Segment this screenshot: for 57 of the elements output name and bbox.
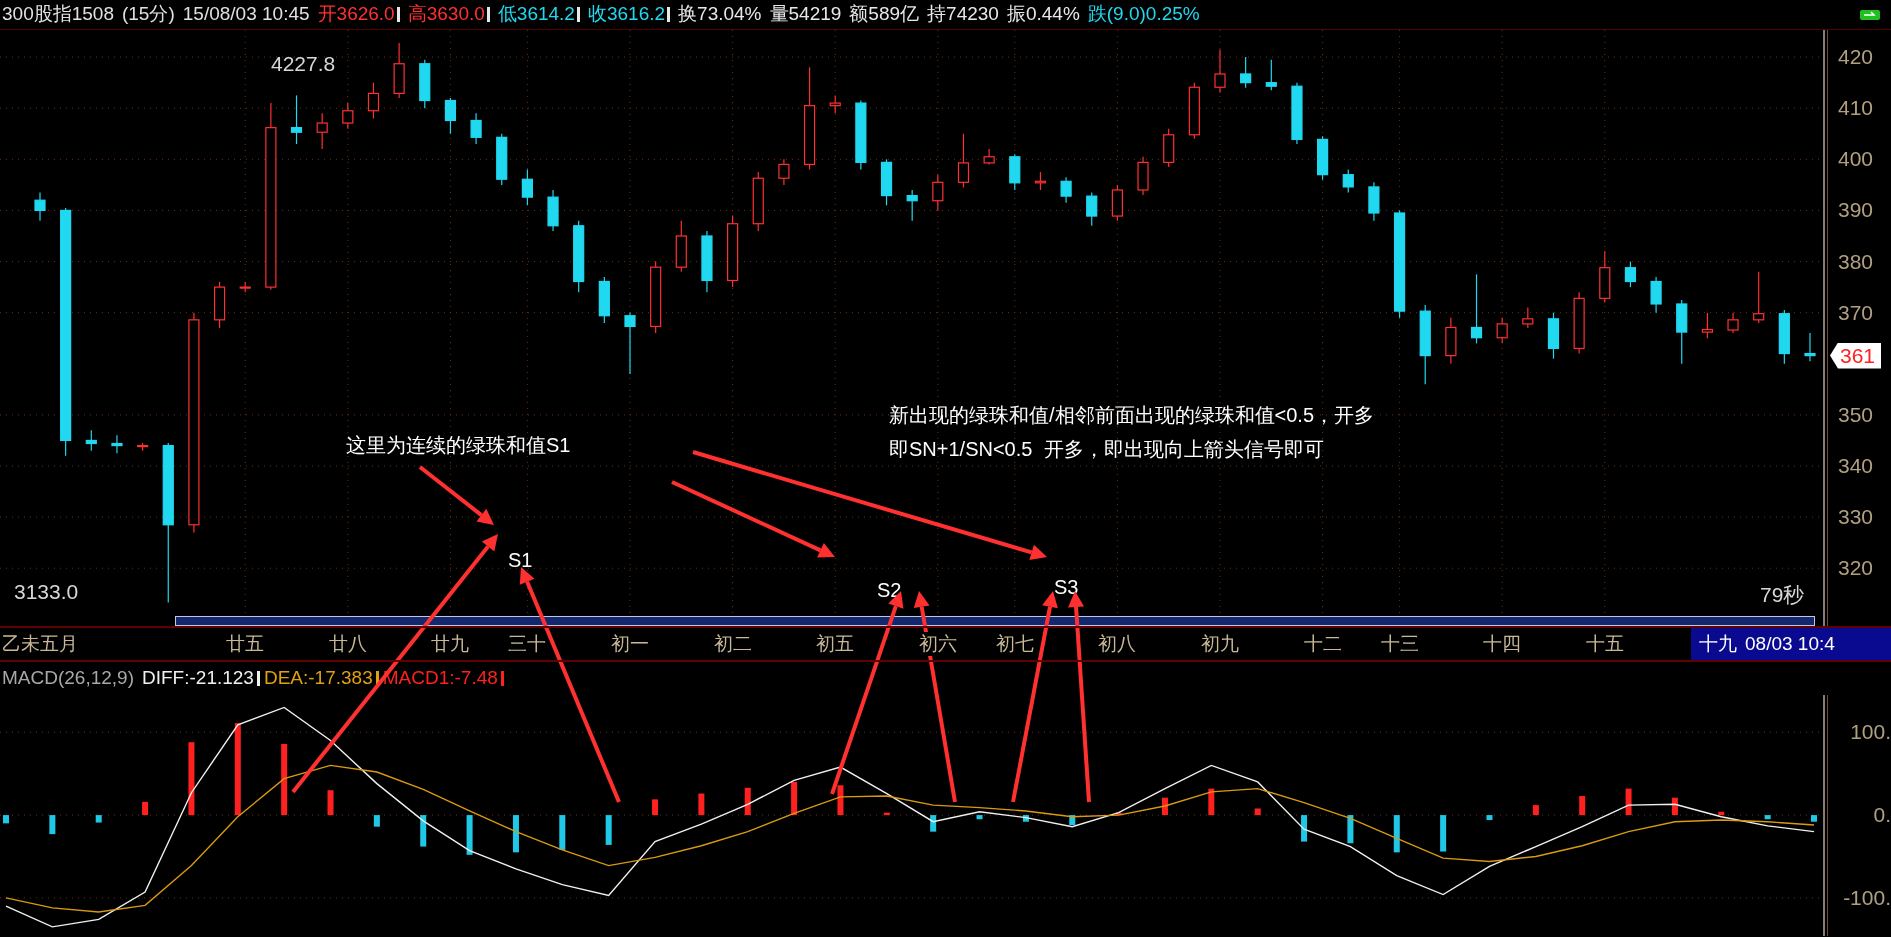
countdown-label: 79秒: [1760, 582, 1805, 608]
date-label: 初一: [611, 632, 649, 656]
date-label: 三十: [508, 632, 547, 656]
date-label: 初八: [1098, 632, 1137, 656]
price-axis-label: 340: [1838, 453, 1874, 479]
signal-label: S2: [877, 578, 902, 603]
price-axis-label: 330: [1838, 504, 1874, 531]
date-time: 15/08/03 10:45: [182, 2, 310, 27]
current-day: 十九: [1699, 629, 1737, 659]
annotation-rule: 新出现的绿珠和值/相邻前面出现的绿珠和值<0.5，开多: [889, 403, 1375, 428]
date-label: 十三: [1380, 632, 1419, 656]
date-label: 初七: [995, 632, 1034, 656]
price-axis-label: 410: [1838, 95, 1874, 122]
current-time: 08/03 10:4: [1745, 631, 1835, 656]
annotation-note: 这里为连续的绿珠和值S1: [346, 433, 571, 458]
annotation-rule: 即SN+1/SN<0.5 开多，即出现向上箭头信号即可: [889, 437, 1325, 462]
date-label: 十二: [1303, 632, 1342, 656]
signal-label: S1: [508, 548, 533, 573]
macd-axis-label: 100.: [1850, 719, 1891, 746]
date-label: 初九: [1201, 632, 1239, 656]
quote-value: 收3616.2: [587, 2, 666, 27]
quote-value: 开3626.0: [317, 2, 395, 27]
signal-label: S3: [1054, 575, 1079, 600]
last-price-marker: 361: [1830, 342, 1882, 369]
date-label: 廿五: [226, 632, 265, 656]
period-label: (15分): [121, 2, 175, 27]
symbol-name: 300股指1508: [2, 2, 114, 27]
quote-value: 跌(9.0)0.25%: [1087, 2, 1200, 27]
macd-axis-label: 0.: [1873, 802, 1891, 829]
date-label: 初五: [816, 632, 855, 656]
price-axis-label: 350: [1838, 401, 1874, 428]
price-axis-label: 380: [1838, 248, 1874, 275]
date-label: 廿八: [328, 632, 367, 656]
indicator-value: DIFF:-21.123: [142, 666, 254, 691]
quote-value: 低3614.2: [497, 2, 575, 27]
date-label: 十五: [1585, 632, 1624, 656]
indicator-value: DEA:-17.383: [263, 666, 373, 691]
quote-value: 振0.44%: [1006, 2, 1080, 27]
date-label: 初二: [713, 632, 752, 656]
quote-value: 量54219: [769, 2, 842, 27]
quote-value: 持74230: [927, 2, 999, 27]
date-label: 初六: [918, 632, 957, 656]
indicator-value: MACD1:-7.48: [382, 666, 498, 691]
macd-axis-label: -100.: [1843, 884, 1891, 911]
quote-value: 高3630.0: [407, 2, 485, 27]
price-axis-label: 400: [1838, 146, 1874, 173]
indicator-name: MACD(26,12,9): [2, 666, 134, 691]
price-axis-label: 420: [1838, 44, 1874, 71]
price-axis-label: 320: [1838, 555, 1874, 582]
high-price-label: 4227.8: [271, 51, 336, 77]
low-price-label: 3133.0: [14, 579, 79, 605]
date-label: 廿九: [431, 632, 470, 656]
quote-value: 换73.04%: [678, 2, 762, 27]
quote-value: 额589亿: [849, 2, 920, 27]
price-axis-label: 370: [1838, 299, 1874, 326]
price-axis-label: 390: [1838, 197, 1874, 224]
date-label: 十四: [1483, 632, 1522, 656]
